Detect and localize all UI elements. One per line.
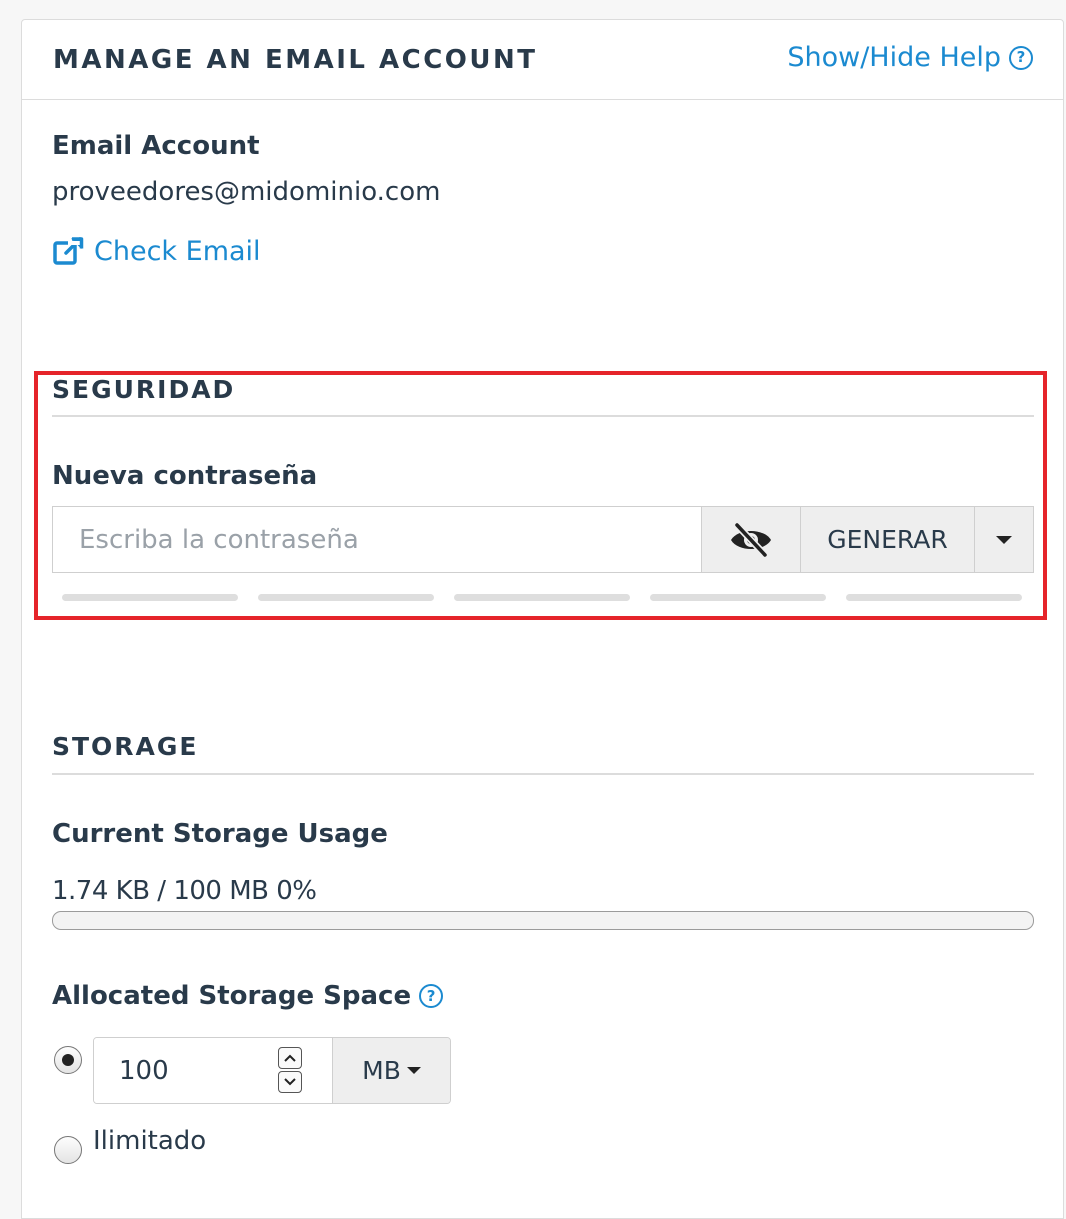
security-highlight-box (34, 371, 1047, 620)
email-account-value: proveedores@midominio.com (52, 177, 441, 207)
new-password-label: Nueva contraseña (52, 461, 318, 491)
security-section-title: SEGURIDAD (52, 375, 236, 404)
chevron-down-icon (284, 1078, 296, 1086)
quota-input[interactable]: 100 (94, 1038, 332, 1103)
password-input-group: GENERAR (52, 506, 1034, 573)
quota-unit-label: MB (362, 1056, 401, 1085)
current-storage-label: Current Storage Usage (52, 819, 388, 849)
question-circle-icon[interactable]: ? (419, 984, 444, 1008)
generate-password-button[interactable]: GENERAR (800, 507, 974, 572)
unlimited-label: Ilimitado (93, 1126, 207, 1156)
quota-decrement-button[interactable] (278, 1071, 302, 1093)
check-email-link[interactable]: Check Email (52, 236, 261, 267)
panel-header: MANAGE AN EMAIL ACCOUNT Show/Hide Help ? (22, 20, 1063, 100)
eye-slash-icon (728, 522, 774, 557)
quota-radio[interactable] (54, 1046, 82, 1074)
allocated-storage-label: Allocated Storage Space (52, 981, 412, 1011)
password-input[interactable] (53, 507, 701, 572)
unlimited-radio[interactable] (54, 1136, 82, 1164)
strength-meter-segment (650, 594, 826, 601)
generate-options-dropdown[interactable] (974, 507, 1033, 572)
check-email-label: Check Email (94, 236, 261, 267)
radio-selected-dot (62, 1054, 74, 1066)
toggle-visibility-button[interactable] (701, 507, 800, 572)
storage-section-divider (52, 773, 1034, 775)
page-title: MANAGE AN EMAIL ACCOUNT (53, 45, 538, 75)
show-hide-help-link[interactable]: Show/Hide Help ? (787, 42, 1033, 73)
show-hide-help-label: Show/Hide Help (787, 42, 1001, 73)
quota-input-group: 100 MB (93, 1037, 451, 1104)
strength-meter-segment (258, 594, 434, 601)
quota-stepper (278, 1047, 304, 1093)
strength-meter-segment (62, 594, 238, 601)
caret-down-icon (996, 535, 1012, 544)
storage-usage-bar (52, 911, 1034, 930)
quota-increment-button[interactable] (278, 1047, 302, 1069)
question-circle-icon: ? (1009, 45, 1033, 70)
security-section-divider (52, 415, 1034, 417)
caret-down-icon (406, 1067, 421, 1074)
external-link-icon (52, 236, 84, 267)
storage-section-title: STORAGE (52, 732, 199, 761)
storage-usage-text: 1.74 KB / 100 MB 0% (52, 876, 317, 906)
allocated-storage-heading: Allocated Storage Space ? (52, 981, 444, 1011)
chevron-up-icon (284, 1054, 296, 1062)
quota-value: 100 (119, 1056, 169, 1086)
quota-unit-dropdown[interactable]: MB (332, 1038, 450, 1103)
email-account-label: Email Account (52, 131, 260, 161)
strength-meter-segment (846, 594, 1022, 601)
strength-meter-segment (454, 594, 630, 601)
